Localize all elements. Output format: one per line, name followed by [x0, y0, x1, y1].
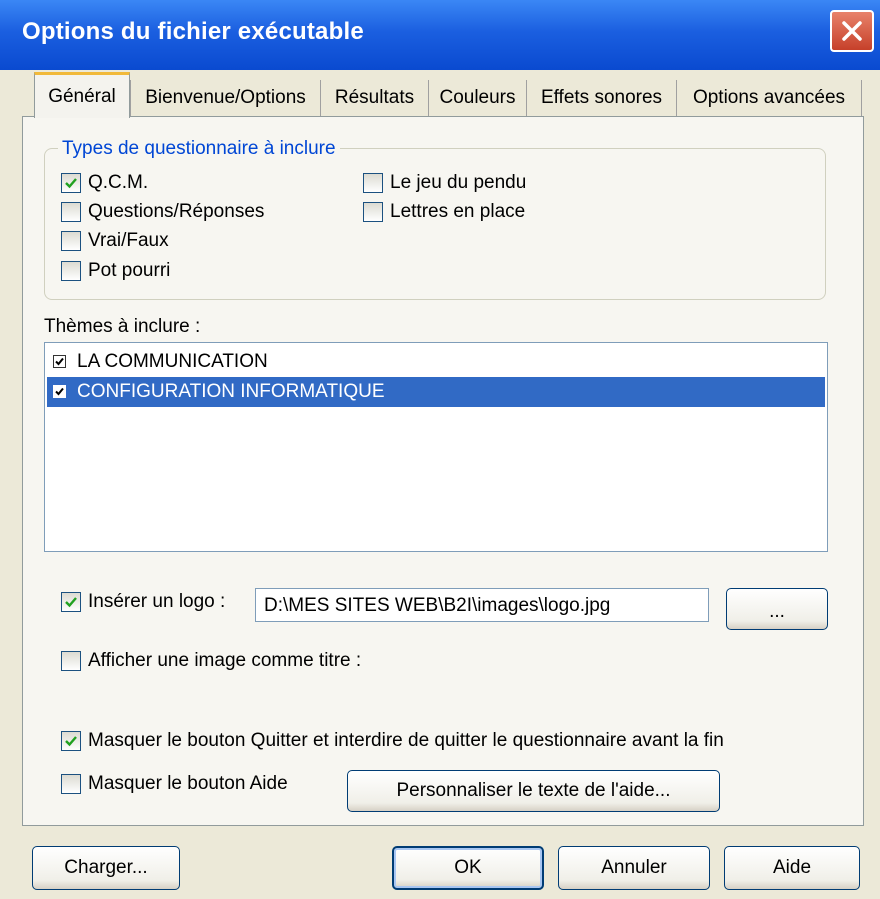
- hide-help-label: Masquer le bouton Aide: [88, 773, 288, 794]
- cancel-button[interactable]: Annuler: [558, 846, 710, 890]
- browse-button[interactable]: ...: [726, 588, 828, 630]
- window-title: Options du fichier exécutable: [22, 18, 364, 45]
- tab-options-avancees[interactable]: Options avancées: [676, 80, 862, 116]
- vrai-faux-label: Vrai/Faux: [88, 230, 169, 251]
- item-checkbox[interactable]: [53, 385, 66, 398]
- themes-listbox[interactable]: LA COMMUNICATION CONFIGURATION INFORMATI…: [44, 342, 828, 552]
- hide-help-checkbox[interactable]: [61, 774, 81, 794]
- item-checkbox[interactable]: [53, 355, 66, 368]
- lettres-en-place-checkbox[interactable]: [363, 202, 383, 222]
- qcm-label: Q.C.M.: [88, 172, 149, 193]
- themes-label: Thèmes à inclure :: [44, 316, 201, 337]
- hide-quit-label: Masquer le bouton Quitter et interdire d…: [88, 730, 724, 751]
- tab-resultats[interactable]: Résultats: [320, 80, 428, 116]
- title-image-checkbox[interactable]: [61, 651, 81, 671]
- pot-pourri-label: Pot pourri: [88, 260, 171, 281]
- tab-bienvenue-options[interactable]: Bienvenue/Options: [130, 80, 320, 116]
- checkmark-icon: [55, 357, 64, 366]
- lettres-en-place-label: Lettres en place: [390, 201, 526, 222]
- types-group-legend: Types de questionnaire à inclure: [58, 138, 340, 160]
- insert-logo-checkbox[interactable]: [61, 592, 81, 612]
- tab-effets-sonores[interactable]: Effets sonores: [526, 80, 676, 116]
- customize-help-button[interactable]: Personnaliser le texte de l'aide...: [347, 770, 720, 812]
- questions-reponses-label: Questions/Réponses: [88, 201, 265, 222]
- item-label: CONFIGURATION INFORMATIQUE: [77, 381, 391, 403]
- close-icon: [842, 21, 862, 41]
- hide-quit-checkbox[interactable]: [61, 731, 81, 751]
- load-button[interactable]: Charger...: [32, 846, 180, 890]
- questions-reponses-checkbox[interactable]: [61, 202, 81, 222]
- help-button[interactable]: Aide: [724, 846, 860, 890]
- pot-pourri-checkbox[interactable]: [61, 261, 81, 281]
- tab-general[interactable]: Général: [34, 72, 130, 118]
- checkmark-icon: [65, 178, 77, 189]
- checkmark-icon: [65, 736, 77, 747]
- item-label: LA COMMUNICATION: [77, 351, 268, 372]
- title-image-label: Afficher une image comme titre :: [88, 650, 362, 671]
- qcm-checkbox[interactable]: [61, 173, 81, 193]
- vrai-faux-checkbox[interactable]: [61, 231, 81, 251]
- ok-button[interactable]: OK: [392, 846, 544, 890]
- jeu-du-pendu-label: Le jeu du pendu: [390, 172, 527, 193]
- jeu-du-pendu-checkbox[interactable]: [363, 173, 383, 193]
- list-item-selected[interactable]: CONFIGURATION INFORMATIQUE: [47, 377, 825, 407]
- checkmark-icon: [55, 387, 64, 396]
- list-item[interactable]: LA COMMUNICATION: [47, 347, 823, 377]
- close-button[interactable]: [830, 10, 874, 52]
- insert-logo-label: Insérer un logo :: [88, 591, 226, 612]
- tab-couleurs[interactable]: Couleurs: [428, 80, 526, 116]
- title-bar: Options du fichier exécutable: [0, 0, 880, 70]
- logo-path-field[interactable]: D:\MES SITES WEB\B2I\images\logo.jpg: [255, 588, 709, 622]
- checkmark-icon: [65, 597, 77, 608]
